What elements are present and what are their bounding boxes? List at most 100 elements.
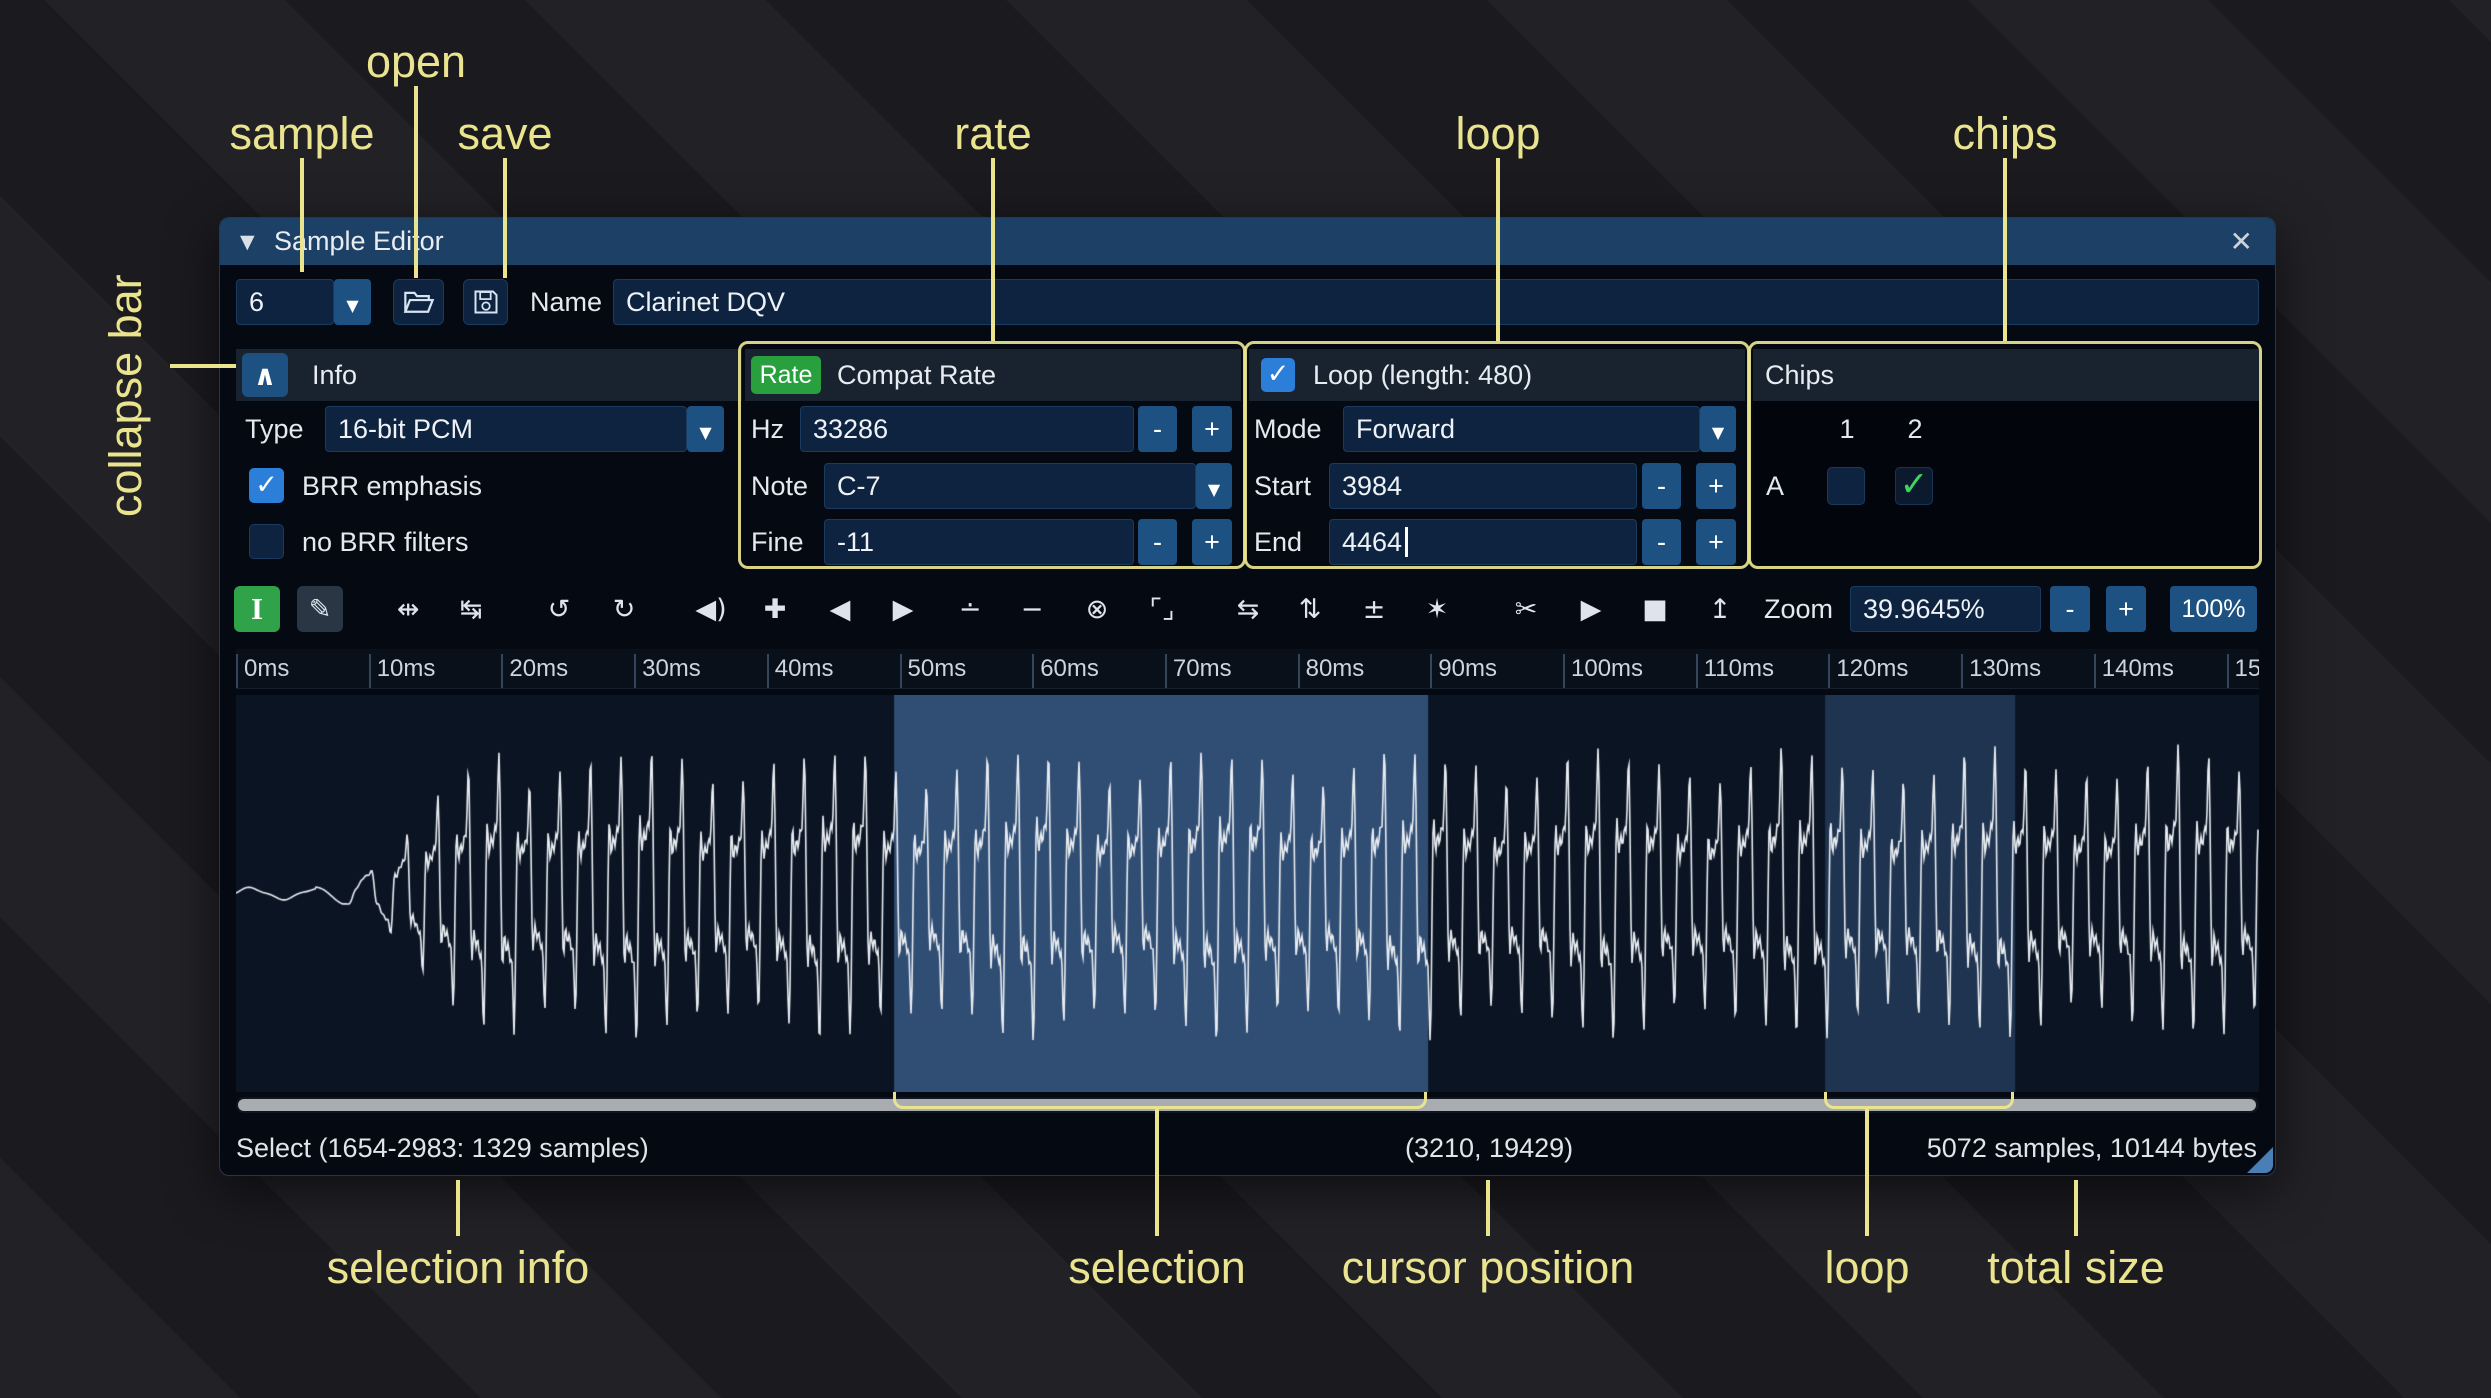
timeline-tick: 40ms: [766, 654, 833, 688]
sample-toolbar: I ✎ ⇹ ↹ ↺ ↻ ◀) ✚ ◀ ▶ ∸ − ⊗ ⌜⌟ ⇆ ⇅ ± ✶ ✂ ▶ ■ ↥ Zoom 39.9645% -…: [220, 586, 2275, 632]
collapse-bar-button[interactable]: ∧: [242, 353, 288, 397]
annotation-line-chips: [2003, 158, 2007, 341]
zoom-in-button[interactable]: +: [2106, 586, 2146, 632]
annotation-line-sample: [300, 158, 304, 272]
annotation-label-total-size: total size: [1987, 1242, 2165, 1293]
open-sample-button[interactable]: [393, 279, 444, 325]
annotation-label-loop-bottom: loop: [1824, 1242, 1910, 1293]
reverse-button[interactable]: ⇆: [1225, 586, 1271, 632]
sample-number-dropdown-button[interactable]: ▼: [334, 279, 371, 325]
annotation-bracket-selection: [893, 1092, 1427, 1109]
chevron-down-icon: ▼: [346, 296, 359, 315]
annotation-line-selection: [1155, 1109, 1159, 1236]
timeline-tick: 60ms: [1032, 654, 1099, 688]
annotation-label-selection: selection: [1068, 1242, 1246, 1293]
brr-emphasis-label: BRR emphasis: [302, 471, 483, 501]
annotation-outline-rate: [738, 341, 1246, 569]
annotation-line-selection-info: [456, 1180, 460, 1236]
invert-button[interactable]: ⇅: [1287, 586, 1333, 632]
type-label: Type: [245, 414, 304, 444]
no-brr-filters-label: no BRR filters: [302, 527, 469, 557]
timeline-tick: 70ms: [1164, 654, 1232, 688]
annotation-label-loop: loop: [1455, 108, 1541, 159]
no-brr-filters-checkbox[interactable]: [249, 524, 284, 559]
window-titlebar: ▼ Sample Editor ✕: [220, 218, 2275, 265]
annotation-label-save: save: [457, 108, 553, 159]
timeline-tick: 90ms: [1430, 654, 1497, 688]
annotation-label-chips: chips: [1952, 108, 2058, 159]
preview-sample-button[interactable]: ▶: [1568, 586, 1614, 632]
timeline-tick: 110ms: [1695, 654, 1774, 688]
timeline-tick: 20ms: [501, 654, 568, 688]
cursor-position-text: (3210, 19429): [1405, 1133, 1574, 1163]
sample-name-input[interactable]: Clarinet DQV: [613, 279, 2259, 325]
annotation-line-loop-bottom: [1865, 1109, 1869, 1236]
screenshot-root: ▼ Sample Editor ✕ 6 ▼ Name Clarinet DQV …: [0, 0, 2491, 1398]
apply-silence-button[interactable]: −: [1009, 586, 1055, 632]
total-size-text: 5072 samples, 10144 bytes: [1926, 1133, 2257, 1163]
annotation-label-sample: sample: [229, 108, 375, 159]
edit-mode-draw-button[interactable]: ✎: [297, 586, 343, 632]
redo-button[interactable]: ↻: [601, 586, 647, 632]
annotation-label-selection-info: selection info: [326, 1242, 590, 1293]
amplify-button[interactable]: ◀): [688, 586, 734, 632]
timeline-tick: 150ms: [2226, 654, 2259, 688]
undo-button[interactable]: ↺: [536, 586, 582, 632]
filter-button[interactable]: ✶: [1414, 586, 1460, 632]
annotation-line-loop: [1496, 158, 1500, 341]
trim-button[interactable]: ⌜⌟: [1139, 586, 1185, 632]
timeline-tick: 140ms: [2093, 654, 2174, 688]
chevron-down-icon: ▼: [699, 423, 712, 442]
annotation-line-collapse-bar: [170, 364, 236, 368]
annotation-line-rate: [991, 158, 995, 341]
sample-type-dropdown-button[interactable]: ▼: [687, 406, 724, 452]
timeline-tick: 120ms: [1828, 654, 1908, 688]
timeline-tick: 30ms: [634, 654, 701, 688]
delete-button[interactable]: ⊗: [1074, 586, 1120, 632]
status-bar: Select (1654-2983: 1329 samples) (3210, …: [220, 1123, 2275, 1173]
edit-mode-select-button[interactable]: I: [234, 586, 280, 632]
resample-button[interactable]: ↹: [448, 586, 494, 632]
insert-silence-button[interactable]: ∸: [947, 586, 993, 632]
annotation-label-cursor-position: cursor position: [1341, 1242, 1635, 1293]
close-icon[interactable]: ✕: [2230, 225, 2253, 258]
info-panel: ∧ Info Type 16-bit PCM ▼ BRR emphasis no…: [236, 349, 742, 565]
info-panel-title: Info: [312, 360, 358, 390]
sample-number-select[interactable]: 6: [236, 279, 334, 325]
annotation-outline-chips: [1748, 341, 2262, 569]
save-sample-button[interactable]: [463, 279, 508, 325]
zoom-input[interactable]: 39.9645%: [1850, 586, 2041, 632]
waveform-display[interactable]: [236, 695, 2259, 1092]
annotation-label-collapse-bar: collapse bar: [100, 274, 151, 517]
annotation-line-total-size: [2074, 1180, 2078, 1236]
annotation-label-rate: rate: [954, 108, 1032, 159]
annotation-line-save: [503, 158, 507, 278]
annotation-bracket-loop: [1824, 1092, 2014, 1109]
selection-info-text: Select (1654-2983: 1329 samples): [236, 1133, 649, 1163]
annotation-label-open: open: [365, 36, 467, 87]
normalize-button[interactable]: ✚: [752, 586, 798, 632]
zoom-reset-button[interactable]: 100%: [2170, 586, 2257, 632]
timeline-tick: 100ms: [1563, 654, 1643, 688]
zoom-out-button[interactable]: -: [2050, 586, 2090, 632]
chevron-up-icon: ∧: [253, 358, 277, 392]
annotation-line-cursor-position: [1486, 1180, 1490, 1236]
window-resize-grip[interactable]: [2247, 1147, 2273, 1173]
create-wavetable-button[interactable]: ↥: [1697, 586, 1743, 632]
folder-open-icon: [403, 291, 434, 313]
annotation-line-open: [414, 86, 418, 278]
fade-in-button[interactable]: ◀: [817, 586, 863, 632]
fade-out-button[interactable]: ▶: [880, 586, 926, 632]
sign-invert-button[interactable]: ±: [1351, 586, 1397, 632]
sample-type-select[interactable]: 16-bit PCM: [325, 406, 687, 452]
stop-preview-button[interactable]: ■: [1632, 586, 1678, 632]
floppy-disk-icon: [474, 290, 497, 314]
resize-button[interactable]: ⇹: [385, 586, 431, 632]
name-label: Name: [530, 287, 603, 317]
crossfade-loop-button[interactable]: ✂: [1503, 586, 1549, 632]
timeline-tick: 10ms: [368, 654, 435, 688]
zoom-label: Zoom: [1764, 594, 1834, 624]
brr-emphasis-checkbox[interactable]: [249, 468, 284, 503]
timeline-ruler[interactable]: 0ms 10ms 20ms 30ms 40ms 50ms 60ms 70ms 80ms 90ms 1…: [236, 649, 2259, 689]
window-collapse-icon[interactable]: ▼: [240, 231, 255, 253]
